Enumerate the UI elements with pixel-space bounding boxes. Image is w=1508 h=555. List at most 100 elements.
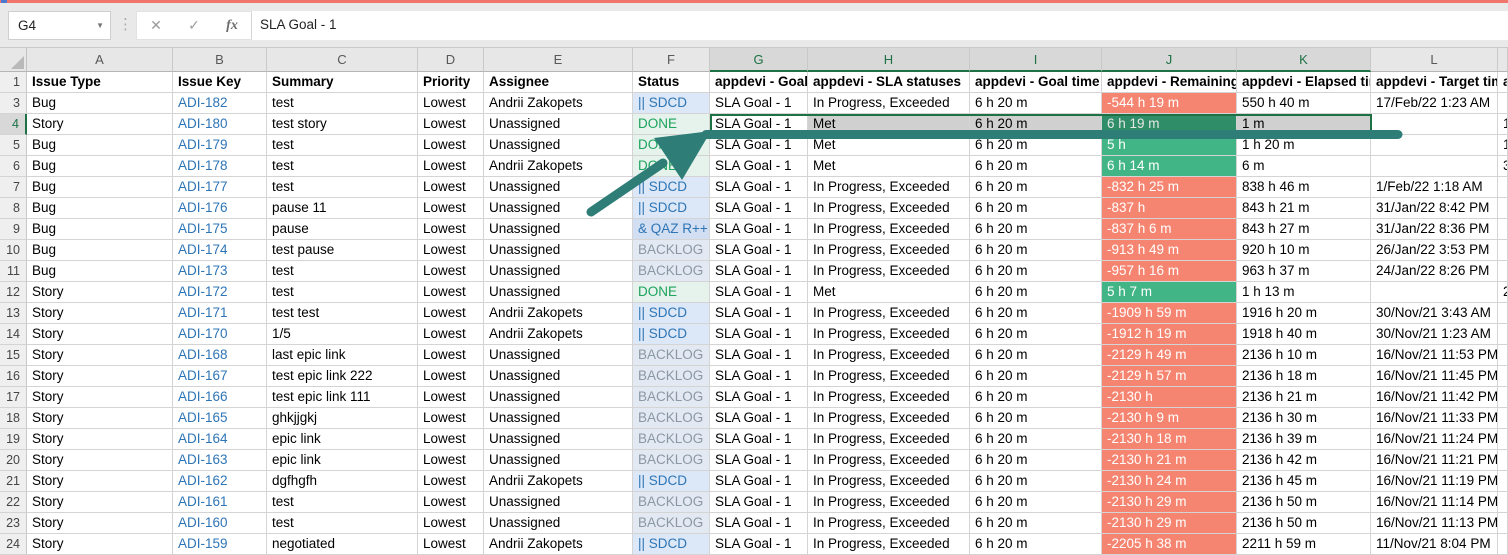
cell-F12[interactable]: DONE [633,282,710,303]
column-header-G[interactable]: G [710,48,808,72]
cell-H16[interactable]: In Progress, Exceeded [808,366,970,387]
cell-M23[interactable] [1498,513,1508,534]
cell-G11[interactable]: SLA Goal - 1 [710,261,808,282]
cell-L18[interactable]: 16/Nov/21 11:33 PM [1371,408,1498,429]
header-cell-goal_time[interactable]: appdevi - Goal time [970,72,1102,93]
cell-A19[interactable]: Story [27,429,173,450]
cell-L14[interactable]: 30/Nov/21 1:23 AM [1371,324,1498,345]
cell-G12[interactable]: SLA Goal - 1 [710,282,808,303]
cell-B15[interactable]: ADI-168 [173,345,267,366]
row-header-23[interactable]: 23 [0,513,27,534]
cell-C23[interactable]: test [267,513,418,534]
cell-G5[interactable]: SLA Goal - 1 [710,135,808,156]
header-cell-issue_key[interactable]: Issue Key [173,72,267,93]
cell-B17[interactable]: ADI-166 [173,387,267,408]
cell-J14[interactable]: -1912 h 19 m [1102,324,1237,345]
cell-I12[interactable]: 6 h 20 m [970,282,1102,303]
cell-J8[interactable]: -837 h [1102,198,1237,219]
cell-C14[interactable]: 1/5 [267,324,418,345]
cell-E5[interactable]: Unassigned [484,135,633,156]
cell-D11[interactable]: Lowest [418,261,484,282]
insert-function-icon[interactable]: fx [213,18,251,34]
cell-C7[interactable]: test [267,177,418,198]
cell-H20[interactable]: In Progress, Exceeded [808,450,970,471]
cell-M18[interactable] [1498,408,1508,429]
cell-K9[interactable]: 843 h 27 m [1237,219,1371,240]
cell-C22[interactable]: test [267,492,418,513]
cell-J9[interactable]: -837 h 6 m [1102,219,1237,240]
cell-B23[interactable]: ADI-160 [173,513,267,534]
cell-L4[interactable] [1371,114,1498,135]
cell-H15[interactable]: In Progress, Exceeded [808,345,970,366]
row-header-9[interactable]: 9 [0,219,27,240]
cell-D15[interactable]: Lowest [418,345,484,366]
cell-L17[interactable]: 16/Nov/21 11:42 PM [1371,387,1498,408]
cell-A3[interactable]: Bug [27,93,173,114]
cell-K13[interactable]: 1916 h 20 m [1237,303,1371,324]
cell-C13[interactable]: test test [267,303,418,324]
cell-D12[interactable]: Lowest [418,282,484,303]
cell-C15[interactable]: last epic link [267,345,418,366]
cell-G22[interactable]: SLA Goal - 1 [710,492,808,513]
cell-C8[interactable]: pause 11 [267,198,418,219]
cell-M10[interactable] [1498,240,1508,261]
cell-G14[interactable]: SLA Goal - 1 [710,324,808,345]
cell-H11[interactable]: In Progress, Exceeded [808,261,970,282]
formula-input[interactable]: SLA Goal - 1 [252,11,1508,40]
cell-J21[interactable]: -2130 h 24 m [1102,471,1237,492]
cell-K5[interactable]: 1 h 20 m [1237,135,1371,156]
cell-D18[interactable]: Lowest [418,408,484,429]
cell-B16[interactable]: ADI-167 [173,366,267,387]
cell-C3[interactable]: test [267,93,418,114]
cell-E20[interactable]: Unassigned [484,450,633,471]
cell-E9[interactable]: Unassigned [484,219,633,240]
cell-I24[interactable]: 6 h 20 m [970,534,1102,555]
cell-A20[interactable]: Story [27,450,173,471]
row-header-13[interactable]: 13 [0,303,27,324]
cell-B21[interactable]: ADI-162 [173,471,267,492]
cell-F18[interactable]: BACKLOG [633,408,710,429]
row-header-5[interactable]: 5 [0,135,27,156]
cell-K10[interactable]: 920 h 10 m [1237,240,1371,261]
cell-L20[interactable]: 16/Nov/21 11:21 PM [1371,450,1498,471]
cell-A13[interactable]: Story [27,303,173,324]
cell-K22[interactable]: 2136 h 50 m [1237,492,1371,513]
cell-K14[interactable]: 1918 h 40 m [1237,324,1371,345]
cell-E19[interactable]: Unassigned [484,429,633,450]
header-cell-priority[interactable]: Priority [418,72,484,93]
cell-H12[interactable]: Met [808,282,970,303]
column-header-sliver[interactable] [1498,48,1508,72]
cell-C20[interactable]: epic link [267,450,418,471]
cell-C11[interactable]: test [267,261,418,282]
cell-B8[interactable]: ADI-176 [173,198,267,219]
cell-J17[interactable]: -2130 h [1102,387,1237,408]
cell-M4[interactable]: 1 [1498,114,1508,135]
cell-D10[interactable]: Lowest [418,240,484,261]
cell-G18[interactable]: SLA Goal - 1 [710,408,808,429]
cell-D21[interactable]: Lowest [418,471,484,492]
cell-C9[interactable]: pause [267,219,418,240]
column-header-H[interactable]: H [808,48,970,72]
cell-G10[interactable]: SLA Goal - 1 [710,240,808,261]
cell-E14[interactable]: Andrii Zakopets [484,324,633,345]
cancel-icon[interactable]: ✕ [137,17,175,34]
cell-L3[interactable]: 17/Feb/22 1:23 AM [1371,93,1498,114]
cell-C24[interactable]: negotiated [267,534,418,555]
column-header-L[interactable]: L [1371,48,1498,72]
header-cell-issue_type[interactable]: Issue Type [27,72,173,93]
row-header-10[interactable]: 10 [0,240,27,261]
cell-E13[interactable]: Andrii Zakopets [484,303,633,324]
cell-I20[interactable]: 6 h 20 m [970,450,1102,471]
cell-K23[interactable]: 2136 h 50 m [1237,513,1371,534]
cell-J20[interactable]: -2130 h 21 m [1102,450,1237,471]
cell-B7[interactable]: ADI-177 [173,177,267,198]
cell-J6[interactable]: 6 h 14 m [1102,156,1237,177]
cell-M13[interactable] [1498,303,1508,324]
cell-A4[interactable]: Story [27,114,173,135]
cell-A8[interactable]: Bug [27,198,173,219]
cell-J24[interactable]: -2205 h 38 m [1102,534,1237,555]
cell-H23[interactable]: In Progress, Exceeded [808,513,970,534]
cell-G13[interactable]: SLA Goal - 1 [710,303,808,324]
cell-M21[interactable] [1498,471,1508,492]
cell-I16[interactable]: 6 h 20 m [970,366,1102,387]
